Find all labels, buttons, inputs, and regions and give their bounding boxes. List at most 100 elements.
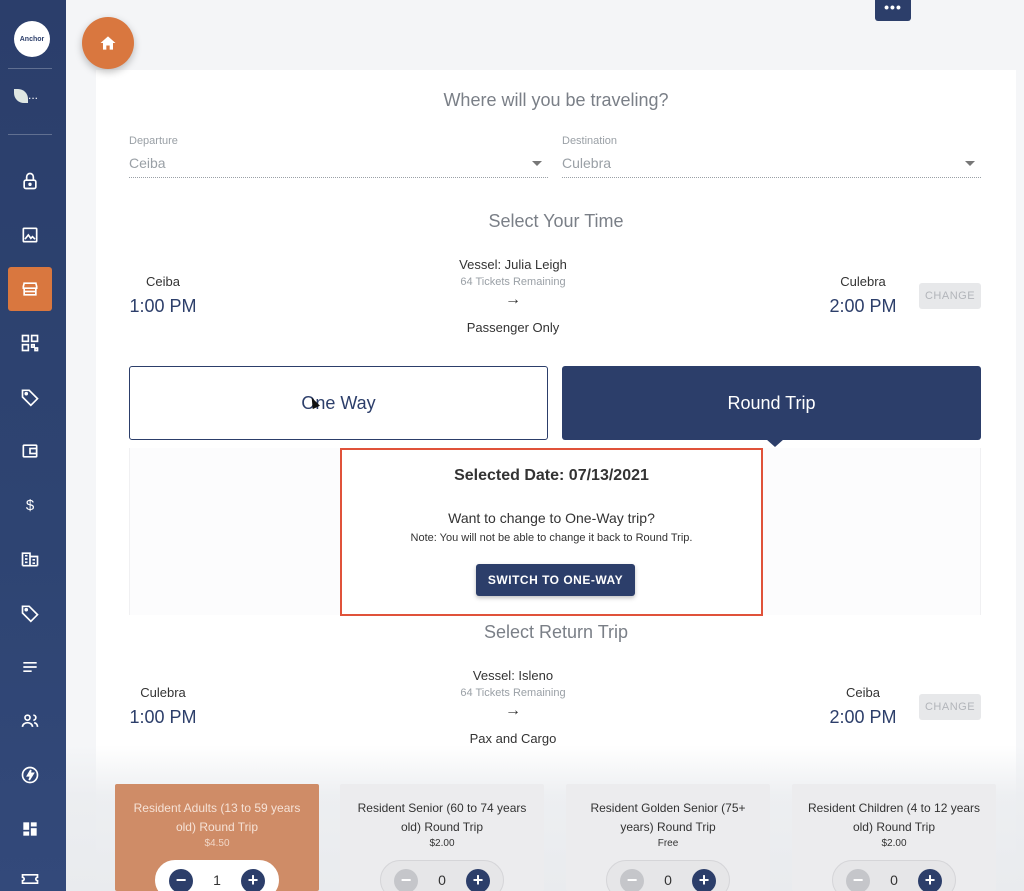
sidebar-item-tickets[interactable]: [8, 857, 52, 891]
ticket-card-resident-golden-senior[interactable]: Resident Golden Senior (75+ years) Round…: [566, 784, 770, 891]
qr-code-icon: [21, 334, 39, 352]
sidebar-item-business[interactable]: [8, 537, 52, 581]
ticket-title: Resident Golden Senior (75+ years) Round…: [590, 801, 746, 834]
outbound-arrive-time: 2:00 PM: [829, 296, 897, 316]
more-options-button[interactable]: •••: [875, 0, 911, 21]
sidebar-item-promotions[interactable]: [8, 375, 52, 419]
tag-heart-icon: [21, 389, 39, 407]
quantity-stepper: − 0 +: [832, 860, 956, 891]
outbound-to-port: Culebra: [840, 274, 886, 289]
lock-icon: [23, 172, 37, 190]
ticket-price: $2.00: [429, 838, 455, 849]
ticket-title: Resident Adults (13 to 59 years old) Rou…: [133, 801, 301, 834]
arrow-right-icon: →: [505, 291, 521, 308]
sidebar-item-media[interactable]: [8, 213, 52, 257]
ticket-icon: [21, 874, 39, 884]
ticket-title: Resident Children (4 to 12 years old) Ro…: [807, 801, 981, 834]
org-logo-icon: [14, 88, 28, 103]
increment-button[interactable]: +: [918, 869, 942, 891]
quantity-value: 0: [438, 872, 446, 888]
outbound-tickets-remaining: 64 Tickets Remaining: [460, 276, 566, 288]
home-button[interactable]: [82, 17, 134, 69]
return-service-type: Pax and Cargo: [469, 731, 557, 746]
outbound-vessel: Vessel: Julia Leigh: [459, 257, 567, 272]
outbound-from-port: Ceiba: [146, 274, 180, 289]
destination-label: Destination: [562, 135, 618, 147]
route-heading: Where will you be traveling?: [443, 90, 669, 110]
quantity-value: 0: [664, 872, 672, 888]
sidebar-divider: [8, 68, 52, 69]
storefront-icon: [22, 282, 38, 296]
svg-text:$: $: [26, 497, 35, 514]
departure-underline: [129, 177, 548, 178]
return-arrive-time: 2:00 PM: [829, 707, 897, 727]
outbound-heading: Select Your Time: [488, 211, 624, 231]
outbound-depart-time: 1:00 PM: [129, 296, 197, 316]
org-label: ...: [28, 88, 39, 102]
decrement-button[interactable]: −: [169, 869, 193, 891]
list-icon: [23, 662, 37, 672]
sidebar-divider: [8, 134, 52, 135]
return-tickets-remaining: 64 Tickets Remaining: [460, 687, 566, 699]
sidebar-item-reports[interactable]: [8, 645, 52, 689]
switch-to-one-way-button[interactable]: SWITCH TO ONE-WAY: [476, 564, 635, 596]
outbound-service-type: Passenger Only: [466, 320, 560, 335]
increment-button[interactable]: +: [241, 869, 265, 891]
dialog-question: Want to change to One-Way trip?: [448, 510, 655, 526]
quantity-stepper: − 0 +: [606, 860, 730, 891]
quantity-value: 1: [213, 872, 221, 888]
people-icon: [21, 714, 39, 727]
departure-label: Departure: [129, 135, 178, 147]
ticket-title: Resident Senior (60 to 74 years old) Rou…: [357, 801, 527, 834]
sidebar-item-tags[interactable]: [8, 591, 52, 635]
increment-button[interactable]: +: [466, 869, 490, 891]
ticket-card-resident-senior[interactable]: Resident Senior (60 to 74 years old) Rou…: [340, 784, 544, 891]
decrement-button[interactable]: −: [394, 869, 418, 891]
home-icon: [100, 36, 116, 50]
sidebar-item-dashboard[interactable]: [8, 807, 52, 851]
bolt-icon: [21, 766, 39, 784]
one-way-button[interactable]: One Way: [129, 366, 548, 440]
decrement-button[interactable]: −: [620, 869, 644, 891]
switch-trip-dialog: Selected Date: 07/13/2021 Want to change…: [340, 448, 763, 616]
departure-select[interactable]: Ceiba: [129, 155, 166, 171]
arrow-right-icon: →: [505, 702, 521, 719]
ticket-card-resident-adults[interactable]: Resident Adults (13 to 59 years old) Rou…: [115, 784, 319, 891]
sidebar-item-wallet[interactable]: [8, 429, 52, 473]
building-icon: [21, 552, 39, 567]
return-heading: Select Return Trip: [483, 622, 629, 642]
sidebar-item-security[interactable]: [8, 159, 52, 203]
sidebar-item-payments[interactable]: $: [8, 483, 52, 527]
anchor-logo[interactable]: Anchor: [14, 21, 50, 57]
round-trip-button[interactable]: Round Trip: [562, 366, 981, 440]
return-to-port: Ceiba: [846, 685, 880, 700]
return-change-button[interactable]: CHANGE: [919, 694, 981, 720]
sidebar-item-store[interactable]: [8, 267, 52, 311]
decrement-button[interactable]: −: [846, 869, 870, 891]
return-vessel: Vessel: Isleno: [472, 668, 554, 683]
return-depart-time: 1:00 PM: [129, 707, 197, 727]
sidebar: Anchor ... $: [0, 0, 66, 891]
increment-button[interactable]: +: [692, 869, 716, 891]
dashboard-icon: [23, 822, 37, 836]
chevron-down-icon[interactable]: [532, 161, 542, 166]
chevron-down-icon[interactable]: [965, 161, 975, 166]
sidebar-item-activity[interactable]: [8, 753, 52, 797]
destination-underline: [562, 177, 981, 178]
sidebar-item-qr[interactable]: [8, 321, 52, 365]
ticket-price: Free: [657, 838, 679, 849]
org-switcher[interactable]: ...: [14, 88, 44, 106]
wallet-icon: [22, 444, 38, 458]
ticket-price: $4.50: [204, 838, 230, 849]
label-icon: [21, 605, 39, 623]
return-from-port: Culebra: [140, 685, 186, 700]
sidebar-item-users[interactable]: [8, 699, 52, 743]
quantity-stepper: − 0 +: [380, 860, 504, 891]
destination-select[interactable]: Culebra: [562, 155, 611, 171]
quantity-stepper: − 1 +: [155, 860, 279, 891]
dollar-icon: $: [26, 497, 35, 514]
ticket-card-resident-children[interactable]: Resident Children (4 to 12 years old) Ro…: [792, 784, 996, 891]
dialog-note: Note: You will not be able to change it …: [410, 532, 693, 544]
outbound-change-button[interactable]: CHANGE: [919, 283, 981, 309]
ticket-price: $2.00: [881, 838, 907, 849]
